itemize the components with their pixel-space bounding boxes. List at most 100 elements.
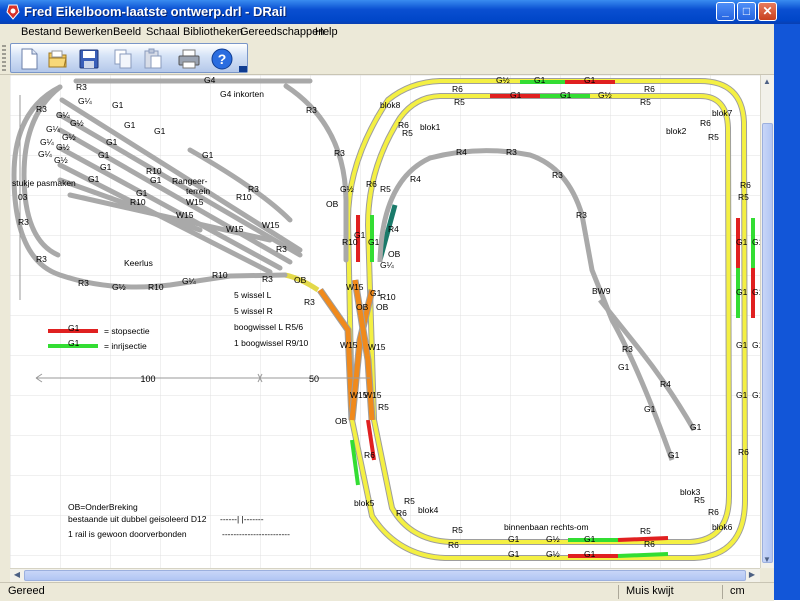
- svg-text:G½: G½: [340, 184, 354, 194]
- minimize-button[interactable]: _: [716, 2, 735, 21]
- svg-text:G1: G1: [736, 340, 748, 350]
- svg-text:G1: G1: [510, 90, 522, 100]
- svg-text:OB: OB: [326, 199, 339, 209]
- new-file-icon[interactable]: [17, 47, 41, 71]
- close-button[interactable]: ✕: [758, 2, 777, 21]
- svg-text:------| |-------: ------| |-------: [220, 514, 264, 524]
- svg-text:R10: R10: [380, 292, 396, 302]
- svg-text:R5: R5: [404, 496, 415, 506]
- svg-text:R10: R10: [212, 270, 228, 280]
- svg-text:R6: R6: [740, 180, 751, 190]
- svg-text:G1: G1: [584, 549, 596, 559]
- scroll-left-arrow-icon[interactable]: ◀: [11, 569, 23, 581]
- svg-text:G1: G1: [508, 534, 520, 544]
- scroll-down-arrow-icon[interactable]: ▼: [761, 554, 773, 566]
- svg-text:G¼: G¼: [46, 124, 61, 134]
- svg-text:R3: R3: [36, 254, 47, 264]
- help-icon[interactable]: ?: [210, 47, 234, 71]
- svg-text:G1: G1: [508, 549, 520, 559]
- paste-icon[interactable]: [141, 47, 165, 71]
- svg-text:G½: G½: [112, 282, 126, 292]
- svg-text:R3: R3: [552, 170, 563, 180]
- svg-text:W15: W15: [226, 224, 244, 234]
- svg-text:G½: G½: [546, 534, 560, 544]
- svg-text:G½: G½: [546, 549, 560, 559]
- title-bar[interactable]: Fred Eikelboom-laatste ontwerp.drl - DRa…: [0, 0, 800, 24]
- svg-text:R5: R5: [378, 402, 389, 412]
- svg-text:blok7: blok7: [712, 108, 733, 118]
- maximize-button[interactable]: □: [737, 2, 756, 21]
- svg-text:------------------------: ------------------------: [222, 529, 290, 539]
- svg-text:R3: R3: [18, 217, 29, 227]
- svg-text:G1: G1: [98, 150, 110, 160]
- vertical-scrollbar[interactable]: ▲ ▼: [760, 75, 774, 568]
- svg-text:R5: R5: [402, 128, 413, 138]
- svg-text:W15: W15: [340, 340, 358, 350]
- print-icon[interactable]: [177, 47, 201, 71]
- svg-text:5 wissel R: 5 wissel R: [234, 306, 273, 316]
- svg-text:R3: R3: [334, 148, 345, 158]
- menu-help[interactable]: Help: [315, 26, 338, 38]
- svg-text:G1: G1: [752, 287, 760, 297]
- svg-text:R10: R10: [148, 282, 164, 292]
- svg-text:stukje pasmaken: stukje pasmaken: [12, 178, 76, 188]
- drail-app-icon: [6, 4, 20, 20]
- svg-text:G1: G1: [560, 90, 572, 100]
- horizontal-scrollbar[interactable]: ◀ ▶: [10, 568, 760, 582]
- menu-bewerken[interactable]: Bewerken: [64, 26, 113, 38]
- svg-text:R3: R3: [276, 244, 287, 254]
- menu-schaal[interactable]: Schaal: [146, 26, 180, 38]
- menu-gereedschappen[interactable]: Gereedschappen: [240, 26, 324, 38]
- scroll-up-arrow-icon[interactable]: ▲: [761, 76, 773, 88]
- svg-text:03: 03: [18, 192, 28, 202]
- menu-beeld[interactable]: Beeld: [113, 26, 141, 38]
- svg-text:R3: R3: [262, 274, 273, 284]
- svg-text:G½: G½: [62, 132, 76, 142]
- svg-text:blok4: blok4: [418, 505, 439, 515]
- svg-text:R3: R3: [622, 344, 633, 354]
- svg-text:bestaande uit dubbel geisoleer: bestaande uit dubbel geisoleerd D12: [68, 514, 207, 524]
- svg-text:OB: OB: [335, 416, 348, 426]
- svg-text:OB: OB: [356, 302, 369, 312]
- toolbar: ?: [0, 42, 774, 75]
- svg-text:G¼: G¼: [38, 149, 53, 159]
- svg-text:R5: R5: [640, 97, 651, 107]
- svg-text:R3: R3: [304, 297, 315, 307]
- svg-text:G¼: G¼: [56, 110, 71, 120]
- status-bar: Gereed Muis kwijt cm: [0, 582, 774, 601]
- svg-text:W15: W15: [186, 197, 204, 207]
- application-window: Fred Eikelboom-laatste ontwerp.drl - DRa…: [0, 0, 800, 601]
- copy-icon[interactable]: [111, 47, 135, 71]
- svg-text:R3: R3: [76, 82, 87, 92]
- svg-text:G1: G1: [202, 150, 214, 160]
- track-layout-drawing[interactable]: 100 50 G4 G4 inkorten R3 R3 R3 R3 stukje…: [10, 75, 760, 568]
- horizontal-scroll-thumb[interactable]: [24, 570, 746, 581]
- legend-stop-code: G1: [68, 323, 80, 333]
- svg-text:R6: R6: [366, 179, 377, 189]
- scroll-right-arrow-icon[interactable]: ▶: [746, 569, 758, 581]
- status-separator: [722, 585, 723, 599]
- svg-text:R6: R6: [448, 540, 459, 550]
- open-folder-icon[interactable]: [46, 47, 70, 71]
- status-ready: Gereed: [8, 585, 45, 597]
- status-separator: [618, 585, 619, 599]
- svg-text:G1: G1: [736, 237, 748, 247]
- menu-bibliotheken[interactable]: Bibliotheken: [183, 26, 243, 38]
- svg-text:G1: G1: [354, 230, 366, 240]
- svg-text:G1: G1: [534, 75, 546, 85]
- vertical-scroll-thumb[interactable]: [762, 123, 773, 563]
- track-drawing-canvas[interactable]: 100 50 G4 G4 inkorten R3 R3 R3 R3 stukje…: [10, 75, 760, 568]
- svg-text:G1: G1: [752, 390, 760, 400]
- toolbar-overflow-chevron-icon[interactable]: [239, 66, 247, 72]
- svg-text:R3: R3: [506, 147, 517, 157]
- menu-bestand[interactable]: Bestand: [21, 26, 61, 38]
- toolbar-grip[interactable]: [2, 45, 6, 71]
- svg-text:G1: G1: [752, 237, 760, 247]
- ruler-label-50: 50: [309, 374, 319, 384]
- svg-text:terrein: terrein: [186, 186, 210, 196]
- svg-text:blok8: blok8: [380, 100, 401, 110]
- svg-text:G1: G1: [368, 237, 380, 247]
- svg-text:G1: G1: [752, 340, 760, 350]
- svg-text:R6: R6: [644, 539, 655, 549]
- save-disk-icon[interactable]: [77, 47, 101, 71]
